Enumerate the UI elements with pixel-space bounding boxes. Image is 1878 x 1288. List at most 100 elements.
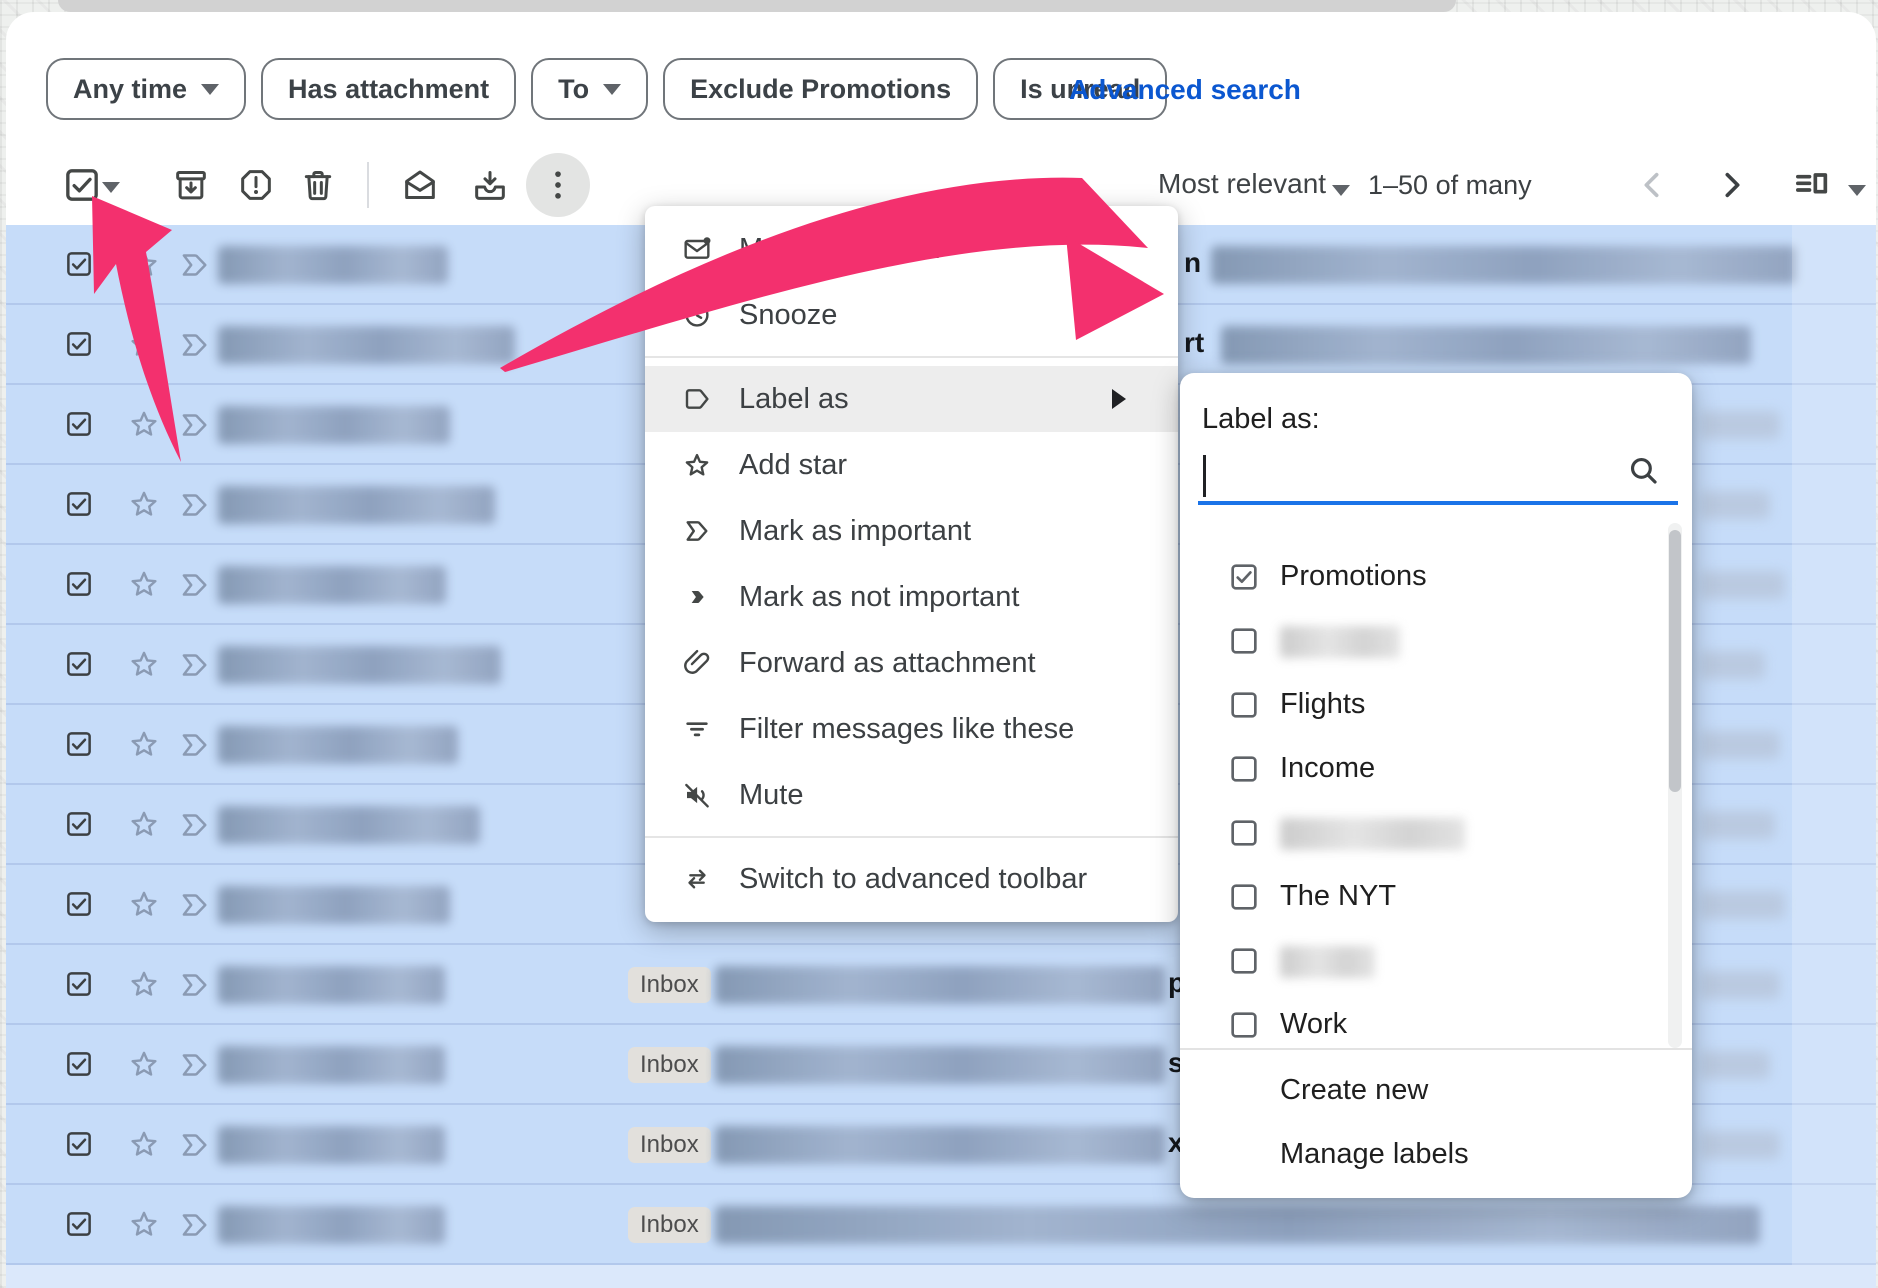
move-to-icon[interactable] [470, 165, 510, 205]
blurred-sender [218, 566, 446, 604]
label-checkbox[interactable] [1228, 625, 1260, 657]
newer-page-icon[interactable] [1632, 165, 1672, 205]
label-option-blurred[interactable] [1180, 611, 1666, 671]
importance-marker-icon[interactable] [176, 486, 214, 524]
filter-chip-has-attachment[interactable]: Has attachment [261, 58, 516, 120]
blurred-snippet-edge [1700, 651, 1765, 679]
menu-item-add-star[interactable]: Add star [645, 432, 1178, 498]
importance-marker-icon[interactable] [176, 1046, 214, 1084]
menu-item-filter-messages-like-these[interactable]: Filter messages like these [645, 696, 1178, 762]
importance-marker-icon[interactable] [176, 726, 214, 764]
menu-item-label: Mark as unread [739, 233, 941, 266]
row-checkbox[interactable] [64, 889, 94, 919]
star-icon[interactable] [126, 1126, 162, 1162]
row-checkbox[interactable] [64, 729, 94, 759]
row-checkbox[interactable] [64, 1049, 94, 1079]
delete-icon[interactable] [298, 165, 338, 205]
label-checkbox[interactable] [1228, 817, 1260, 849]
importance-marker-icon[interactable] [176, 326, 214, 364]
menu-item-snooze[interactable]: Snooze [645, 282, 1178, 348]
create-new-label-button[interactable]: Create new [1280, 1074, 1428, 1107]
select-dropdown-caret-icon[interactable] [102, 180, 120, 198]
star-icon[interactable] [126, 1206, 162, 1242]
importance-marker-icon[interactable] [176, 246, 214, 284]
report-spam-icon[interactable] [236, 165, 276, 205]
importance-marker-icon[interactable] [176, 566, 214, 604]
label-option-blurred[interactable] [1180, 803, 1666, 863]
star-icon[interactable] [126, 326, 162, 362]
older-page-icon[interactable] [1712, 165, 1752, 205]
row-checkbox[interactable] [64, 809, 94, 839]
star-icon[interactable] [126, 246, 162, 282]
star-icon[interactable] [126, 806, 162, 842]
label-option-the-nyt[interactable]: The NYT [1180, 867, 1666, 927]
label-checkbox[interactable] [1228, 689, 1260, 721]
menu-item-mark-as-not-important[interactable]: Mark as not important [645, 564, 1178, 630]
label-option-promotions[interactable]: Promotions [1180, 547, 1666, 607]
importance-marker-icon[interactable] [176, 806, 214, 844]
label-option-flights[interactable]: Flights [1180, 675, 1666, 735]
row-checkbox[interactable] [64, 1209, 94, 1239]
row-checkbox[interactable] [64, 1129, 94, 1159]
filter-chip-exclude-promotions[interactable]: Exclude Promotions [663, 58, 978, 120]
label-checkbox[interactable] [1228, 561, 1260, 593]
sort-dropdown[interactable]: Most relevant [1158, 168, 1326, 200]
row-checkbox[interactable] [64, 969, 94, 999]
importance-marker-icon[interactable] [176, 406, 214, 444]
popup-scrollbar-thumb[interactable] [1669, 530, 1681, 792]
menu-item-mark-as-important[interactable]: Mark as important [645, 498, 1178, 564]
label-as-popup: Label as: PromotionsFlightsIncomeThe NYT… [1180, 373, 1692, 1198]
row-checkbox[interactable] [64, 569, 94, 599]
select-all-checkbox[interactable] [62, 165, 102, 205]
blurred-sender [218, 246, 448, 284]
row-checkbox[interactable] [64, 249, 94, 279]
label-search-input[interactable] [1198, 501, 1678, 505]
blurred-snippet-edge [1700, 811, 1775, 839]
label-option-blurred[interactable] [1180, 931, 1666, 991]
manage-labels-button[interactable]: Manage labels [1280, 1138, 1469, 1171]
mark-as-read-icon[interactable] [400, 165, 440, 205]
star-icon[interactable] [126, 566, 162, 602]
importance-marker-icon[interactable] [176, 886, 214, 924]
star-icon[interactable] [126, 886, 162, 922]
filter-chip-any-time[interactable]: Any time [46, 58, 246, 120]
row-checkbox[interactable] [64, 409, 94, 439]
blurred-sender [218, 1206, 445, 1244]
blurred-snippet-edge [1700, 491, 1770, 519]
importance-marker-icon[interactable] [176, 1206, 214, 1244]
menu-item-label: Forward as attachment [739, 647, 1036, 680]
not-important-icon [681, 581, 713, 613]
label-checkbox[interactable] [1228, 753, 1260, 785]
toolbar-divider [367, 162, 369, 208]
star-icon[interactable] [126, 1046, 162, 1082]
importance-marker-icon[interactable] [176, 646, 214, 684]
importance-marker-icon[interactable] [176, 1126, 214, 1164]
menu-item-mark-as-unread[interactable]: Mark as unread [645, 216, 1178, 282]
label-option-work[interactable]: Work [1180, 995, 1666, 1055]
menu-item-label-as[interactable]: Label as [645, 366, 1178, 432]
label-checkbox[interactable] [1228, 945, 1260, 977]
row-checkbox[interactable] [64, 489, 94, 519]
filter-chip-to[interactable]: To [531, 58, 648, 120]
more-options-icon[interactable] [526, 153, 590, 217]
menu-item-forward-as-attachment[interactable]: Forward as attachment [645, 630, 1178, 696]
label-checkbox[interactable] [1228, 881, 1260, 913]
menu-item-mute[interactable]: Mute [645, 762, 1178, 828]
star-icon[interactable] [126, 406, 162, 442]
star-icon[interactable] [126, 966, 162, 1002]
split-pane-icon[interactable] [1788, 165, 1836, 205]
star-icon[interactable] [126, 726, 162, 762]
row-checkbox[interactable] [64, 329, 94, 359]
label-option-income[interactable]: Income [1180, 739, 1666, 799]
star-icon[interactable] [126, 486, 162, 522]
label-checkbox[interactable] [1228, 1009, 1260, 1041]
row-checkbox[interactable] [64, 649, 94, 679]
star-icon[interactable] [126, 646, 162, 682]
sort-caret-icon[interactable] [1332, 183, 1350, 201]
archive-icon[interactable] [171, 165, 211, 205]
split-pane-caret-icon[interactable] [1848, 183, 1866, 201]
importance-marker-icon[interactable] [176, 966, 214, 1004]
advanced-search-link[interactable]: Advanced search [1069, 74, 1301, 106]
more-options-menu: Mark as unreadSnoozeLabel asAdd starMark… [645, 206, 1178, 922]
menu-item-switch-to-advanced-toolbar[interactable]: Switch to advanced toolbar [645, 846, 1178, 912]
